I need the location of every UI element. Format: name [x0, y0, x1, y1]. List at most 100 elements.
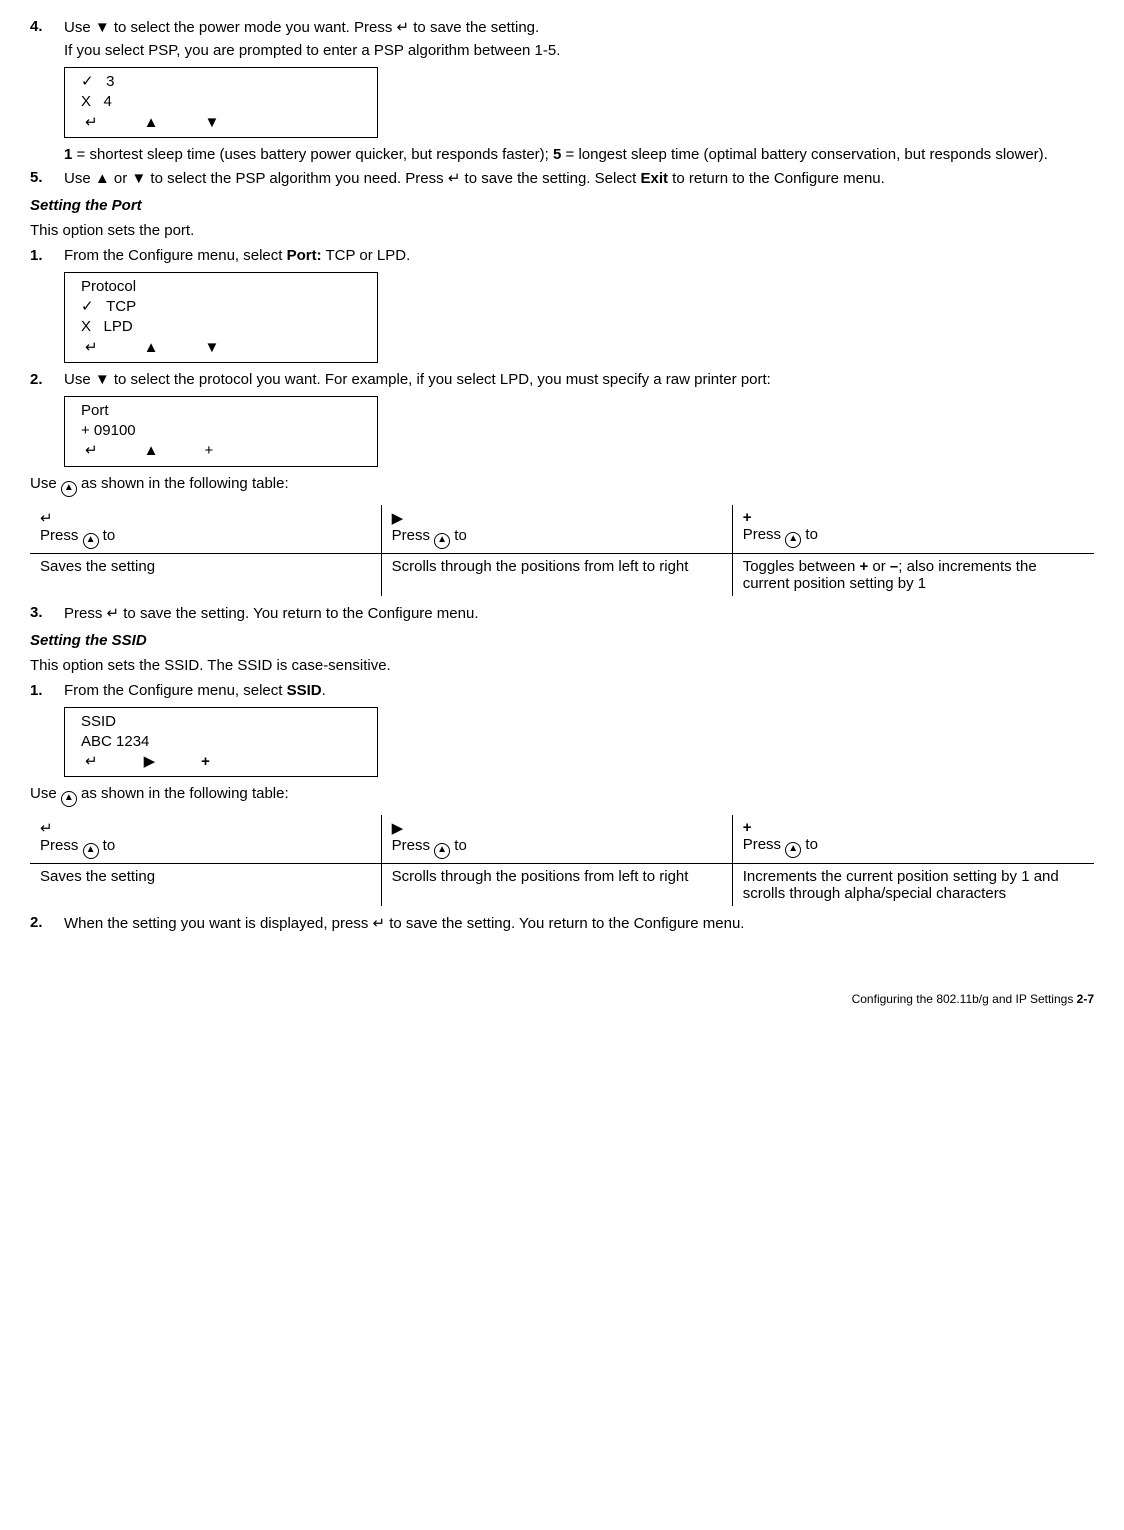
value: 3 [106, 73, 114, 90]
key-table-1: ↵ Press ▲ to ▶ Press ▲ to + Press ▲ to S… [30, 505, 1094, 596]
step-body: Use ▼ to select the power mode you want.… [64, 18, 1094, 59]
table-cell: Scrolls through the positions from left … [381, 864, 732, 907]
text: From the Configure menu, select [64, 682, 287, 699]
text: = longest sleep time (optimal battery co… [561, 146, 1048, 163]
text: Press [64, 605, 107, 622]
text-bold: + [859, 558, 868, 575]
enter-icon: ↵ [85, 113, 98, 133]
check-icon: ✓ [81, 73, 94, 90]
x-icon: X [81, 318, 91, 335]
value: 4 [104, 93, 112, 110]
text: to select the protocol you want. For exa… [110, 371, 771, 388]
right-arrow-icon: ▶ [144, 752, 156, 772]
plus-icon: + [201, 752, 210, 772]
text: Press [743, 526, 786, 543]
down-arrow-icon: ▼ [204, 338, 219, 358]
right-arrow-icon: ▶ [392, 510, 404, 527]
step-number: 1. [30, 682, 64, 699]
text-bold: Port: [287, 247, 322, 264]
text: Press [392, 837, 435, 854]
port-step-1: 1. From the Configure menu, select Port:… [30, 247, 1094, 264]
up-arrow-icon: ▲ [95, 170, 110, 187]
text: Toggles between [743, 558, 860, 575]
text: Use [64, 19, 95, 36]
text: to [99, 527, 116, 544]
step-5: 5. Use ▲ or ▼ to select the PSP algorith… [30, 169, 1094, 187]
text: This option sets the port. [30, 222, 1094, 239]
text: to [450, 837, 467, 854]
text: to [99, 837, 116, 854]
heading-setting-ssid: Setting the SSID [30, 632, 1094, 649]
text-bold: Exit [641, 170, 669, 187]
display-ssid: SSID ABC 1234 ↵ ▶ + [64, 707, 378, 778]
plus-icon: + [204, 441, 213, 461]
heading-setting-port: Setting the Port [30, 197, 1094, 214]
display-port: Port + 09100 ↵ ▲ + [64, 396, 378, 467]
circle-up-icon: ▲ [434, 843, 450, 859]
table-header: ▶ Press ▲ to [381, 815, 732, 864]
text: or [110, 170, 132, 187]
value: ABC 1234 [81, 732, 361, 752]
step-number: 5. [30, 169, 64, 187]
up-arrow-icon: ▲ [144, 338, 159, 358]
step-number: 4. [30, 18, 64, 59]
enter-icon: ↵ [397, 19, 410, 36]
down-arrow-icon: ▼ [95, 19, 110, 36]
text: If you select PSP, you are prompted to e… [64, 42, 1094, 59]
table-header: ▶ Press ▲ to [381, 505, 732, 554]
note-sleep-time: 1 = shortest sleep time (uses battery po… [64, 146, 1094, 163]
text-bold: SSID [287, 682, 322, 699]
table-intro: Use ▲ as shown in the following table: [30, 785, 1094, 807]
table-header: + Press ▲ to [732, 815, 1094, 864]
enter-icon: ↵ [373, 915, 386, 932]
table-cell: Saves the setting [30, 553, 381, 596]
key-table-2: ↵ Press ▲ to ▶ Press ▲ to + Press ▲ to S… [30, 815, 1094, 906]
circle-up-icon: ▲ [61, 481, 77, 497]
text: . [322, 682, 326, 699]
step-body: When the setting you want is displayed, … [64, 914, 1094, 932]
enter-icon: ↵ [40, 510, 53, 527]
up-arrow-icon: ▲ [144, 113, 159, 133]
plus-icon: + [743, 819, 752, 836]
circle-up-icon: ▲ [61, 791, 77, 807]
text: to save the setting. You return to the C… [119, 605, 478, 622]
table-cell: Scrolls through the positions from left … [381, 553, 732, 596]
text: to [801, 836, 818, 853]
text: Press [743, 836, 786, 853]
enter-icon: ↵ [40, 820, 53, 837]
down-arrow-icon: ▼ [95, 371, 110, 388]
display-protocol: Protocol ✓ TCP X LPD ↵ ▲ ▼ [64, 272, 378, 363]
step-body: Press ↵ to save the setting. You return … [64, 604, 1094, 622]
value: + 09100 [81, 421, 361, 441]
text: to [801, 526, 818, 543]
step-body: Use ▲ or ▼ to select the PSP algorithm y… [64, 169, 1094, 187]
text: to [450, 527, 467, 544]
table-cell: Toggles between + or –; also increments … [732, 553, 1094, 596]
enter-icon: ↵ [107, 605, 120, 622]
down-arrow-icon: ▼ [131, 170, 146, 187]
step-body: Use ▼ to select the protocol you want. F… [64, 371, 1094, 388]
text: to save the setting. [409, 19, 539, 36]
step-body: From the Configure menu, select SSID. [64, 682, 1094, 699]
text: to select the PSP algorithm you need. Pr… [146, 170, 448, 187]
port-step-2: 2. Use ▼ to select the protocol you want… [30, 371, 1094, 388]
text: as shown in the following table: [77, 785, 289, 802]
text: TCP or LPD. [322, 247, 411, 264]
text: = shortest sleep time (uses battery powe… [72, 146, 553, 163]
text: or [868, 558, 890, 575]
text: Use [64, 371, 95, 388]
table-header: ↵ Press ▲ to [30, 505, 381, 554]
text: to select the power mode you want. Press [110, 19, 397, 36]
up-arrow-icon: ▲ [144, 441, 159, 461]
text: to save the setting. Select [460, 170, 640, 187]
enter-icon: ↵ [85, 752, 98, 772]
circle-up-icon: ▲ [785, 842, 801, 858]
display-title: Port [81, 401, 361, 421]
enter-icon: ↵ [85, 338, 98, 358]
display-title: SSID [81, 712, 361, 732]
footer-text: Configuring the 802.11b/g and IP Setting… [852, 992, 1077, 1006]
step-number: 1. [30, 247, 64, 264]
check-icon: ✓ [81, 298, 94, 315]
text: Use [30, 475, 61, 492]
enter-icon: ↵ [448, 170, 461, 187]
